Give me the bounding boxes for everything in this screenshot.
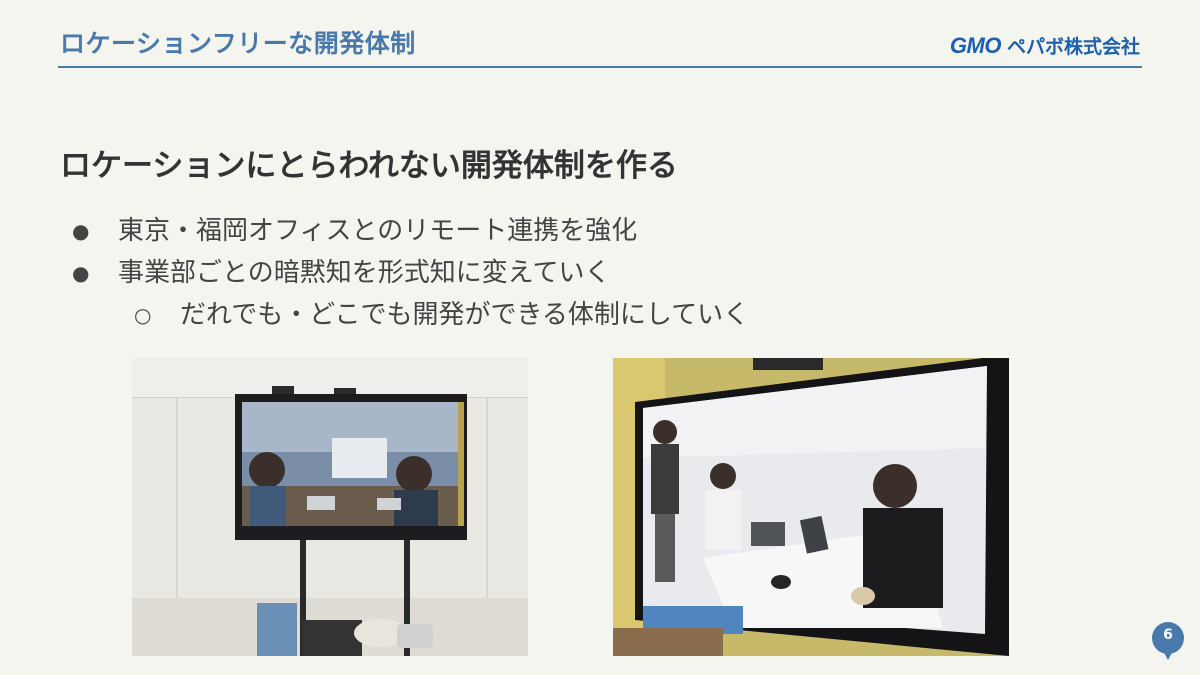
logo: GMO ペパボ株式会社 xyxy=(950,32,1140,59)
header-rule xyxy=(58,66,1142,68)
bullet-item: 事業部ごとの暗黙知を形式知に変えていく xyxy=(72,252,749,294)
page-number: 6 xyxy=(1163,627,1173,643)
photo-tokyo-video-call xyxy=(132,358,528,656)
photo-tokyo-illustration xyxy=(132,358,528,656)
sub-bullet-item: だれでも・どこでも開発ができる体制にしていく xyxy=(134,294,749,336)
bullet-item: 東京・福岡オフィスとのリモート連携を強化 xyxy=(72,210,749,252)
photo-fukuoka-video-call xyxy=(613,358,1009,656)
logo-gmo: GMO xyxy=(949,32,1002,58)
header-title: ロケーションフリーな開発体制 xyxy=(60,29,416,58)
logo-company: ペパボ株式会社 xyxy=(1006,36,1140,58)
photo-fukuoka-illustration xyxy=(613,358,1009,656)
bullet-list: 東京・福岡オフィスとのリモート連携を強化 事業部ごとの暗黙知を形式知に変えていく… xyxy=(72,210,749,336)
slide-heading: ロケーションにとらわれない開発体制を作る xyxy=(60,148,678,184)
